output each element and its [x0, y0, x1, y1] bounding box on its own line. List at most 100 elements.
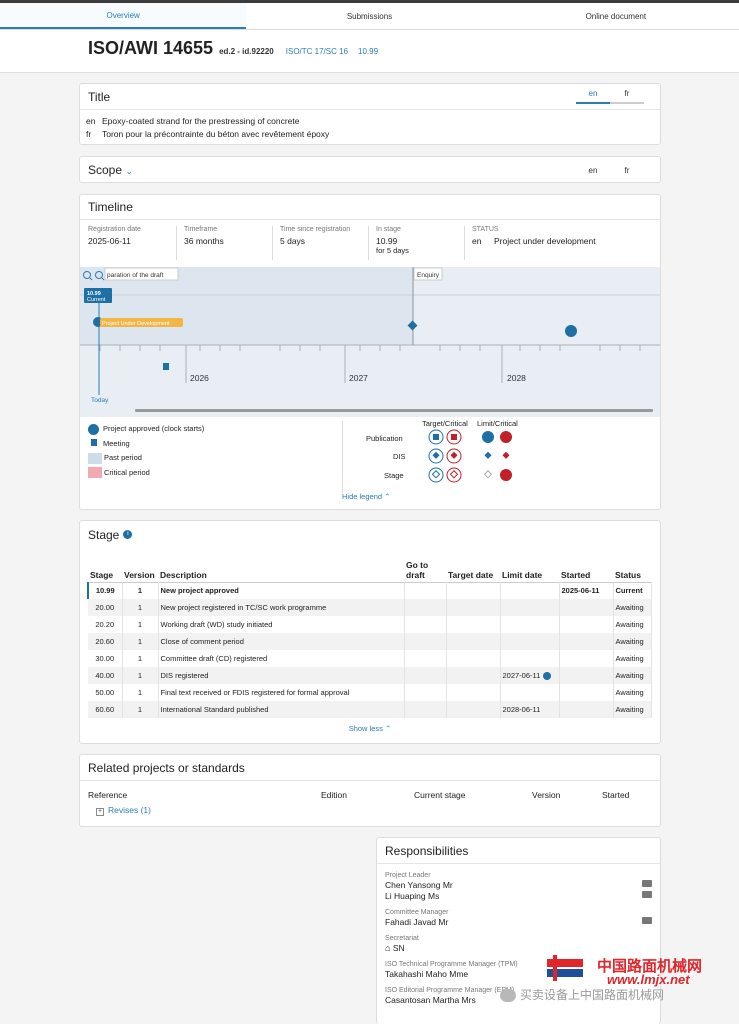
legend-col-limit: Limit/Critical	[477, 419, 518, 428]
meeting-icon	[91, 438, 97, 446]
stage-cell-version: 1	[122, 616, 159, 633]
stage-table: Stage Version Description Go to draft Ta…	[87, 548, 652, 718]
stage-cell-empty	[446, 701, 501, 718]
stage-cell-empty	[404, 633, 447, 650]
stage-cell-stage: 50.00	[88, 684, 123, 701]
stage-cell-limit	[500, 684, 560, 701]
stage-cell-version: 1	[122, 582, 159, 599]
phase-label-enquiry: Enquiry	[417, 272, 440, 279]
related-col-reference: Reference	[88, 790, 128, 800]
stage-link[interactable]: 10.99	[358, 47, 378, 56]
stage-cell-stage: 10.99	[87, 582, 123, 599]
year-label-2027: 2027	[349, 373, 368, 383]
email-icon[interactable]	[642, 891, 652, 898]
hide-legend-link[interactable]: Hide legend ⌃	[342, 492, 390, 501]
legend-approved: Project approved (clock starts)	[88, 422, 204, 437]
stage-cell-stage: 20.00	[88, 599, 123, 616]
in-stage-value: 10.99	[376, 236, 398, 246]
timeline-legend: Project approved (clock starts) Meeting …	[80, 417, 660, 505]
title-heading: Title	[88, 89, 111, 104]
legend-past: Past period	[88, 451, 204, 466]
scope-lang-en[interactable]: en	[576, 166, 610, 175]
scope-heading[interactable]: Scope	[88, 163, 122, 177]
stage-cell-started	[559, 650, 614, 667]
phase-label-preparation: paration of the draft	[107, 272, 164, 279]
watermark-account: 买卖设备上中国路面机械网	[500, 986, 664, 1003]
stage-cell-version: 1	[122, 701, 159, 718]
stage-cell-status: Awaiting	[613, 684, 652, 701]
related-col-started: Started	[602, 790, 630, 800]
info-icon[interactable]	[543, 672, 552, 680]
stage-cell-started	[559, 684, 614, 701]
stage-cell-empty	[404, 650, 447, 667]
in-stage-sub: for 5 days	[376, 246, 409, 255]
scope-lang-fr[interactable]: fr	[610, 166, 644, 175]
email-icon[interactable]	[642, 880, 652, 887]
info-icon[interactable]: i	[123, 530, 133, 539]
stage-cell-desc: Committee draft (CD) registered	[158, 650, 405, 667]
stage-cell-started	[559, 599, 614, 616]
tab-submissions[interactable]: Submissions	[246, 3, 492, 29]
stage-cell-limit	[500, 650, 560, 667]
stage-cell-version: 1	[122, 599, 159, 616]
related-card: Related projects or standards Reference …	[79, 754, 661, 827]
stage-cell-empty	[446, 582, 501, 599]
stage-cell-desc: Working draft (WD) study initiated	[158, 616, 405, 633]
stage-cell-stage: 30.00	[88, 650, 123, 667]
stage-cell-desc: Final text received or FDIS registered f…	[158, 684, 405, 701]
stage-cell-limit	[500, 599, 560, 616]
status-lang: en	[472, 236, 482, 246]
title-row-en: en Epoxy-coated strand for the prestressi…	[86, 116, 300, 126]
stage-cell-empty	[404, 667, 447, 684]
chevron-up-icon: ⌃	[384, 724, 392, 733]
resp-cm-label: Committee Manager	[385, 909, 449, 916]
stage-cell-stage: 40.00	[88, 667, 123, 684]
stage-cell-version: 1	[122, 667, 159, 684]
legend-symbols	[428, 429, 512, 483]
tab-online-document[interactable]: Online document	[493, 3, 739, 29]
stage-cell-empty	[446, 616, 501, 633]
stage-row: 20.20 1 Working draft (WD) study initiated…	[88, 616, 652, 633]
stage-cell-desc: Close of comment period	[158, 633, 405, 650]
title-row-fr: fr Toron pour la précontrainte du béton a…	[86, 129, 330, 139]
resp-leader-2: Li Huaping Ms	[385, 891, 440, 901]
stage-card: Stage i Stage Version Description Go to d…	[79, 520, 661, 744]
stage-cell-empty	[404, 616, 447, 633]
stage-cell-status: Awaiting	[613, 633, 652, 650]
timeframe-value: 36 months	[184, 236, 224, 246]
email-icon[interactable]	[642, 917, 652, 924]
col-version: Version	[124, 569, 155, 580]
reg-date-value: 2025-06-11	[88, 236, 131, 246]
stage-cell-status: Awaiting	[613, 667, 652, 684]
status-value: Project under development	[494, 236, 596, 246]
timeframe-label: Timeframe	[184, 226, 218, 233]
stage-cell-started	[559, 633, 614, 650]
timeline-chart[interactable]: 2026 2027 2028 paration of the draft Enq…	[80, 267, 660, 417]
col-target-date: Target date	[448, 569, 494, 580]
page-title: ISO/AWI 14655	[88, 38, 214, 58]
stage-cell-stage: 20.60	[88, 633, 123, 650]
chevron-down-icon[interactable]: ⌄	[125, 166, 133, 176]
stage-cell-limit: 2028-06-11	[500, 701, 560, 718]
show-less-link[interactable]: Show less ⌃	[80, 724, 660, 733]
legend-critical: Critical period	[88, 466, 204, 481]
stage-cell-empty	[446, 599, 501, 616]
lang-tab-fr[interactable]: fr	[610, 89, 644, 104]
home-icon: ⌂	[385, 943, 391, 953]
chevron-up-icon: ⌃	[384, 492, 391, 501]
revises-toggle[interactable]: + Revises (1)	[96, 805, 151, 816]
stage-cell-version: 1	[122, 633, 159, 650]
stage-cell-limit: 2027-06-11	[500, 667, 560, 684]
stage-row: 60.60 1 International Standard published 20…	[88, 701, 652, 718]
expand-icon: +	[96, 808, 104, 816]
tab-overview[interactable]: Overview	[0, 3, 247, 29]
related-col-version: Version	[532, 790, 561, 800]
stage-cell-desc: International Standard published	[158, 701, 405, 718]
stage-cell-empty	[446, 684, 501, 701]
resp-secretariat-label: Secretariat	[385, 935, 419, 942]
scope-card[interactable]: Scope ⌄ en fr	[79, 156, 661, 183]
committee-link[interactable]: ISO/TC 17/SC 16	[286, 47, 348, 56]
stage-row: 10.99 1 New project approved 2025-06-11 Curr…	[87, 582, 652, 599]
lang-tab-en[interactable]: en	[576, 89, 610, 104]
year-label-2026: 2026	[190, 373, 209, 383]
